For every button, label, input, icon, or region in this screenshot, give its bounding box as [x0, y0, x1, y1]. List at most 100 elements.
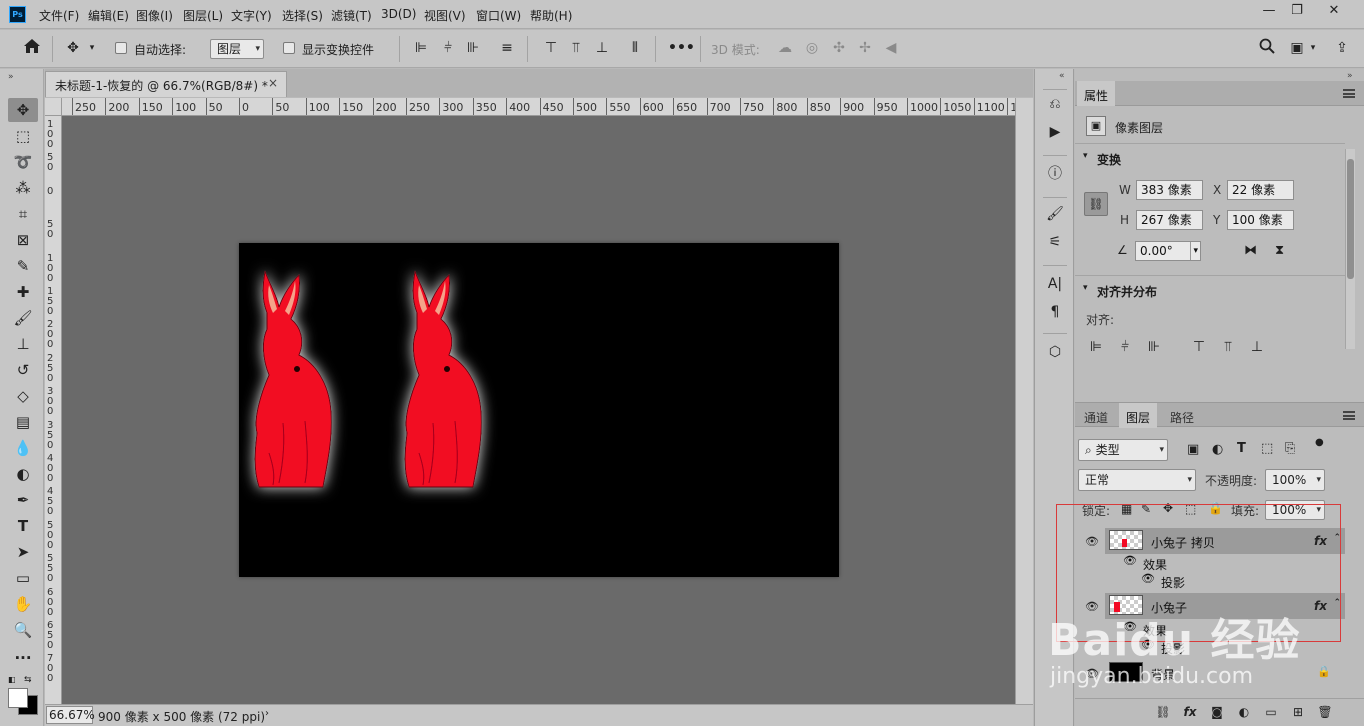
menu-view[interactable]: 视图(V) — [424, 7, 466, 24]
hand-tool[interactable]: ✋ — [8, 592, 38, 616]
foreground-color-swatch[interactable] — [8, 688, 28, 708]
3d-cube-icon[interactable]: ⬡ — [1043, 341, 1067, 363]
3d-slide-icon[interactable]: ✢ — [855, 38, 875, 58]
y-field[interactable]: 100 像素 — [1227, 210, 1294, 230]
filter-shape-icon[interactable]: ⬚ — [1261, 441, 1273, 456]
tab-layers[interactable]: 图层 — [1119, 403, 1158, 428]
adjustment-layer-icon[interactable]: ◐ — [1235, 705, 1253, 721]
menu-filter[interactable]: 滤镜(T) — [331, 7, 372, 24]
tab-properties[interactable]: 属性 — [1077, 81, 1116, 106]
path-selection-tool[interactable]: ➤ — [8, 540, 38, 564]
tab-channels[interactable]: 通道 — [1077, 403, 1115, 428]
eraser-tool[interactable]: ◇ — [8, 384, 38, 408]
opacity-field[interactable]: 100% ▾ — [1265, 469, 1325, 491]
chevron-down-icon[interactable]: ▾ — [1083, 283, 1088, 293]
move-tool-icon[interactable]: ✥ — [62, 38, 84, 58]
zoom-level-field[interactable]: 66.67% — [46, 706, 95, 724]
horizontal-ruler[interactable]: 250 200 150 100 50 0 50 100 150 200 250 300 350 400 45… — [62, 98, 1015, 116]
filter-adjustment-icon[interactable]: ◐ — [1212, 442, 1223, 457]
chevron-down-icon[interactable]: ▾ — [1307, 38, 1319, 58]
3d-pan-icon[interactable]: ✣ — [829, 38, 849, 58]
brush-tool[interactable]: 🖌 — [8, 306, 38, 330]
adjustments-icon[interactable]: ⚟ — [1043, 231, 1067, 253]
align-top-edges-icon[interactable]: ⊤ — [541, 38, 561, 58]
distribute-vertical-icon[interactable]: ≡ — [497, 38, 517, 58]
menu-window[interactable]: 窗口(W) — [476, 7, 521, 24]
align-vertical-centers-icon[interactable]: ⫪ — [566, 38, 586, 58]
character-icon[interactable]: A| — [1043, 273, 1067, 295]
angle-field[interactable]: 0.00° ▾ — [1135, 241, 1201, 261]
crop-tool[interactable]: ⌗ — [8, 202, 38, 226]
more-options-icon[interactable]: ••• — [668, 38, 695, 58]
align-bottom-icon[interactable]: ⊥ — [1247, 337, 1267, 357]
document-tab[interactable]: 未标题-1-恢复的 @ 66.7%(RGB/8#) * × — [45, 71, 287, 97]
healing-brush-tool[interactable]: ✚ — [8, 280, 38, 304]
flip-vertical-icon[interactable]: ⧗ — [1275, 243, 1284, 258]
properties-scrollbar[interactable] — [1345, 149, 1355, 349]
pasteboard[interactable] — [62, 116, 1015, 704]
document-canvas[interactable] — [239, 243, 839, 577]
chevron-down-icon[interactable]: ▾ — [1083, 151, 1088, 161]
more-tools-icon[interactable]: ··· — [8, 646, 38, 670]
3d-orbit-icon[interactable]: ☁ — [775, 38, 795, 58]
blend-mode-dropdown[interactable]: 正常 ▾ — [1078, 469, 1196, 491]
share-icon[interactable]: ⇪ — [1331, 38, 1353, 58]
home-icon[interactable] — [20, 38, 44, 58]
menu-select[interactable]: 选择(S) — [282, 7, 323, 24]
distribute-horizontal-icon[interactable]: ⦀ — [625, 38, 645, 58]
menu-file[interactable]: 文件(F) — [39, 7, 79, 24]
close-icon[interactable]: × — [268, 76, 278, 90]
auto-select-checkbox[interactable] — [115, 42, 127, 54]
3d-roll-icon[interactable]: ◎ — [802, 38, 822, 58]
delete-layer-icon[interactable]: 🗑 — [1316, 705, 1334, 721]
align-bottom-edges-icon[interactable]: ⊥ — [592, 38, 612, 58]
x-field[interactable]: 22 像素 — [1227, 180, 1294, 200]
collapse-arrows-icon[interactable]: « — [1059, 71, 1065, 81]
filter-pixel-icon[interactable]: ▣ — [1187, 442, 1199, 457]
fx-icon[interactable]: fx — [1181, 705, 1199, 721]
vertical-scrollbar[interactable] — [1015, 98, 1033, 704]
marquee-tool[interactable]: ⬚ — [8, 124, 38, 148]
show-transform-checkbox[interactable] — [283, 42, 295, 54]
chevron-right-icon[interactable]: › — [265, 708, 269, 719]
add-mask-icon[interactable]: ◙ — [1208, 705, 1226, 721]
menu-type[interactable]: 文字(Y) — [231, 7, 272, 24]
swap-colors-icon[interactable]: ⇆ — [24, 675, 36, 685]
new-group-icon[interactable]: ▭ — [1262, 705, 1280, 721]
gradient-tool[interactable]: ▤ — [8, 410, 38, 434]
align-center-h-icon[interactable]: ⫩ — [1115, 337, 1135, 357]
3d-scale-icon[interactable]: ◀ — [881, 38, 901, 58]
blur-tool[interactable]: 💧 — [8, 436, 38, 460]
paragraph-icon[interactable]: ¶ — [1043, 301, 1067, 323]
align-top-icon[interactable]: ⊤ — [1189, 337, 1209, 357]
clone-stamp-tool[interactable]: ⊥ — [8, 332, 38, 356]
frame-tool[interactable]: ⊠ — [8, 228, 38, 252]
flip-horizontal-icon[interactable]: ⧓ — [1244, 243, 1257, 258]
vertical-ruler[interactable]: 1 0 0 5 0 0 5 0 1 0 0 1 5 0 2 0 02 5 0 3 0 03 5… — [45, 116, 62, 704]
filter-smart-object-icon[interactable]: ⎘ — [1285, 441, 1295, 456]
chevron-down-icon[interactable]: ▾ — [86, 38, 98, 58]
close-button[interactable]: ✕ — [1321, 3, 1347, 21]
collapse-arrows-icon[interactable]: » — [1347, 71, 1353, 81]
zoom-tool[interactable]: 🔍 — [8, 618, 38, 642]
info-icon[interactable]: ⓘ — [1043, 163, 1067, 185]
menu-help[interactable]: 帮助(H) — [530, 7, 572, 24]
align-left-edges-icon[interactable]: ⊫ — [411, 38, 431, 58]
history-brush-tool[interactable]: ↺ — [8, 358, 38, 382]
panel-menu-icon[interactable] — [1343, 89, 1355, 98]
move-tool[interactable]: ✥ — [8, 98, 38, 122]
rectangle-tool[interactable]: ▭ — [8, 566, 38, 590]
search-icon[interactable] — [1256, 38, 1278, 58]
magic-wand-tool[interactable]: ⁂ — [8, 176, 38, 200]
align-horizontal-centers-icon[interactable]: ⫩ — [438, 38, 458, 58]
lasso-tool[interactable]: ➰ — [8, 150, 38, 174]
type-tool[interactable]: T — [8, 514, 38, 538]
brush-settings-icon[interactable]: 🖌 — [1043, 203, 1067, 225]
menu-3d[interactable]: 3D(D) — [381, 7, 416, 21]
link-layers-icon[interactable]: ⛓ — [1154, 705, 1172, 721]
minimize-button[interactable]: — — [1256, 3, 1282, 21]
new-layer-icon[interactable]: ⊞ — [1289, 705, 1307, 721]
collapse-arrows-icon[interactable]: » — [8, 72, 14, 82]
panel-menu-icon[interactable] — [1343, 411, 1355, 420]
menu-image[interactable]: 图像(I) — [136, 7, 173, 24]
